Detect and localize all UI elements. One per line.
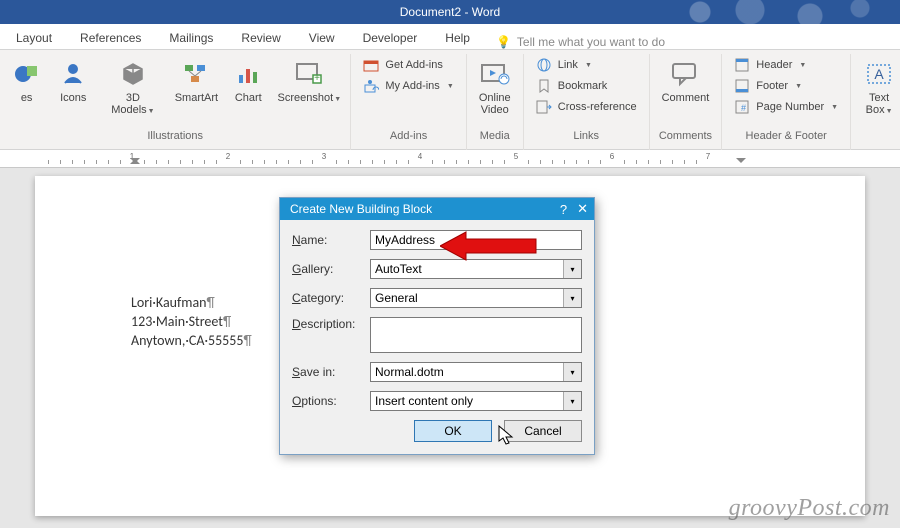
footer-button[interactable]: Footer ▼ xyxy=(730,77,842,95)
dialog-close-button[interactable]: ✕ xyxy=(577,201,588,217)
category-label: Category: xyxy=(292,291,364,305)
dialog-title: Create New Building Block xyxy=(290,202,432,216)
group-label-illustrations: Illustrations xyxy=(147,130,203,144)
icons-button[interactable]: Icons xyxy=(53,56,93,106)
create-building-block-dialog: Create New Building Block ? ✕ Name: Gall… xyxy=(279,197,595,455)
chevron-down-icon[interactable]: ▾ xyxy=(563,392,581,410)
group-illustrations: es Icons 3D Models▼ SmartArt Chart + Scr… xyxy=(0,54,351,150)
link-button[interactable]: Link ▼ xyxy=(532,56,641,74)
ruler-number: 7 xyxy=(706,152,710,161)
options-label: Options: xyxy=(292,394,364,408)
tab-mailings[interactable]: Mailings xyxy=(163,27,219,49)
cube-icon xyxy=(120,61,146,87)
svg-text:A: A xyxy=(874,66,884,82)
chevron-down-icon[interactable]: ▾ xyxy=(563,289,581,307)
tab-references[interactable]: References xyxy=(74,27,147,49)
header-icon xyxy=(734,57,750,73)
tab-developer[interactable]: Developer xyxy=(357,27,424,49)
store-icon xyxy=(363,57,379,73)
bookmark-icon xyxy=(536,78,552,94)
smartart-button[interactable]: SmartArt xyxy=(173,56,221,106)
name-input[interactable] xyxy=(370,230,582,250)
video-icon xyxy=(480,61,510,87)
group-media: Online Video Media xyxy=(467,54,524,150)
group-label-addins: Add-ins xyxy=(390,130,427,144)
ribbon-tabs: Layout References Mailings Review View D… xyxy=(0,24,900,50)
savein-label: Save in: xyxy=(292,365,364,379)
dialog-titlebar[interactable]: Create New Building Block ? ✕ xyxy=(280,198,594,220)
lightbulb-icon: 💡 xyxy=(496,35,511,49)
ribbon: es Icons 3D Models▼ SmartArt Chart + Scr… xyxy=(0,50,900,150)
smartart-icon xyxy=(183,61,209,87)
app-title: Document2 - Word xyxy=(400,5,500,19)
get-addins-button[interactable]: Get Add-ins xyxy=(359,56,457,74)
group-headerfooter: Header ▼ Footer ▼ # Page Number ▼ Header… xyxy=(722,54,851,150)
savein-combo[interactable]: Normal.dotm▾ xyxy=(370,362,582,382)
titlebar-decoration xyxy=(660,0,900,24)
screenshot-button[interactable]: + Screenshot▼ xyxy=(276,56,342,106)
tab-view[interactable]: View xyxy=(303,27,341,49)
ruler-number: 5 xyxy=(514,152,518,161)
ruler-number: 6 xyxy=(610,152,614,161)
name-label: Name: xyxy=(292,233,364,247)
shapes-button-partial[interactable]: es xyxy=(8,56,45,106)
tab-layout[interactable]: Layout xyxy=(10,27,58,49)
tell-me-search[interactable]: 💡 Tell me what you want to do xyxy=(496,35,665,49)
tell-me-placeholder: Tell me what you want to do xyxy=(517,35,665,49)
comment-icon xyxy=(670,61,700,87)
group-comments: Comment Comments xyxy=(650,54,723,150)
screenshot-icon: + xyxy=(295,61,323,87)
tab-review[interactable]: Review xyxy=(235,27,286,49)
group-label-headerfooter: Header & Footer xyxy=(746,130,827,144)
category-combo[interactable]: General▾ xyxy=(370,288,582,308)
textbox-icon: A xyxy=(865,61,893,87)
chart-icon xyxy=(235,61,261,87)
cancel-button[interactable]: Cancel xyxy=(504,420,582,442)
header-button[interactable]: Header ▼ xyxy=(730,56,842,74)
options-combo[interactable]: Insert content only▾ xyxy=(370,391,582,411)
group-links: Link ▼ Bookmark Cross-reference Links xyxy=(524,54,650,150)
page-number-button[interactable]: # Page Number ▼ xyxy=(730,98,842,116)
ruler-number: 3 xyxy=(322,152,326,161)
gallery-combo[interactable]: AutoText▾ xyxy=(370,259,582,279)
my-addins-button[interactable]: My Add-ins ▼ xyxy=(359,77,457,95)
watermark: groovyPost.com xyxy=(729,495,890,522)
crossref-icon xyxy=(536,99,552,115)
chart-button[interactable]: Chart xyxy=(228,56,268,106)
dialog-help-button[interactable]: ? xyxy=(560,202,567,217)
link-icon xyxy=(536,57,552,73)
cross-reference-button[interactable]: Cross-reference xyxy=(532,98,641,116)
3d-models-button[interactable]: 3D Models▼ xyxy=(101,56,164,118)
gallery-label: Gallery: xyxy=(292,262,364,276)
group-label-links: Links xyxy=(573,130,599,144)
pagenum-icon: # xyxy=(734,99,750,115)
bookmark-button[interactable]: Bookmark xyxy=(532,77,641,95)
group-text: A Text Box▼ Quick Pa A WordArt A Drop Ca… xyxy=(851,54,900,150)
horizontal-ruler[interactable]: 1234567 xyxy=(0,150,900,168)
description-label: Description: xyxy=(292,317,364,331)
shapes-icon xyxy=(13,60,41,88)
svg-text:+: + xyxy=(314,73,320,84)
ok-button[interactable]: OK xyxy=(414,420,492,442)
group-addins: Get Add-ins My Add-ins ▼ Add-ins xyxy=(351,54,466,150)
addins-icon xyxy=(363,78,379,94)
person-icon xyxy=(60,61,86,87)
title-bar: Document2 - Word xyxy=(0,0,900,24)
tab-help[interactable]: Help xyxy=(439,27,476,49)
ruler-number: 4 xyxy=(418,152,422,161)
description-input[interactable] xyxy=(370,317,582,353)
group-label-comments: Comments xyxy=(659,130,712,144)
document-text: Lori·Kaufman¶ 123·Main·Street¶ Anytown,·… xyxy=(131,294,252,351)
chevron-down-icon[interactable]: ▾ xyxy=(563,260,581,278)
chevron-down-icon[interactable]: ▾ xyxy=(563,363,581,381)
text-box-button[interactable]: A Text Box▼ xyxy=(859,56,899,118)
svg-text:#: # xyxy=(741,103,746,113)
comment-button[interactable]: Comment xyxy=(658,56,714,106)
ruler-number: 2 xyxy=(226,152,230,161)
group-label-media: Media xyxy=(480,130,510,144)
online-video-button[interactable]: Online Video xyxy=(475,56,515,118)
footer-icon xyxy=(734,78,750,94)
